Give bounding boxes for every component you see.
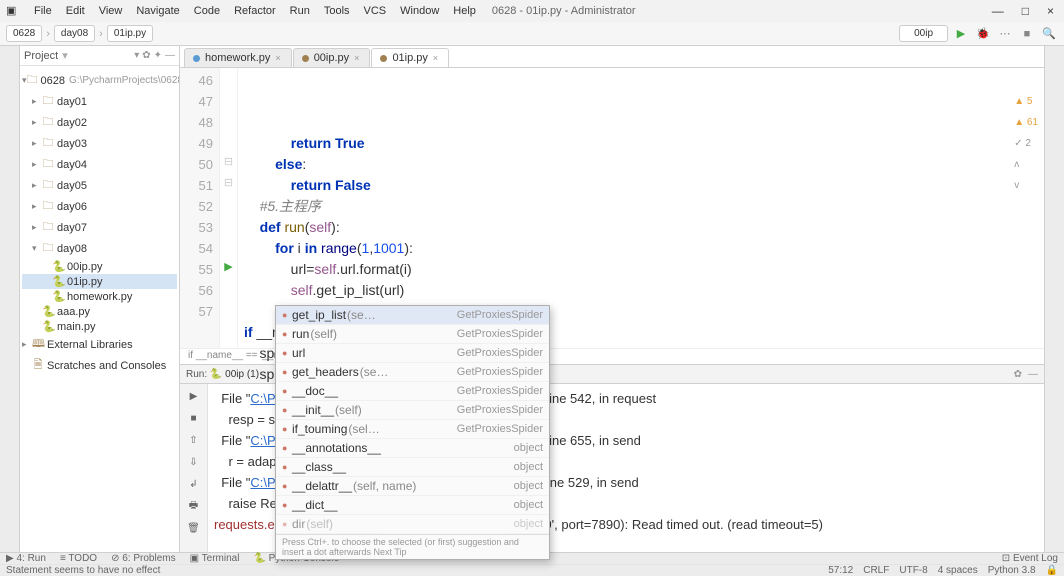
menu-code[interactable]: Code	[188, 3, 226, 19]
menu-run[interactable]: Run	[284, 3, 316, 19]
readonly-lock-icon[interactable]: 🔒	[1046, 565, 1058, 576]
caret-position[interactable]: 57:12	[828, 565, 853, 576]
tree-node[interactable]: ▸🗀day06	[22, 196, 177, 217]
bottom-tool-button[interactable]: ▶ 4: Run	[6, 553, 46, 564]
menu-help[interactable]: Help	[447, 3, 482, 19]
app-icon: ▣	[6, 4, 20, 18]
python-interpreter[interactable]: Python 3.8	[988, 565, 1036, 576]
gutter-icons[interactable]: ⊟⊟▶	[220, 68, 238, 348]
completion-item[interactable]: ●get_headers(se…GetProxiesSpider	[276, 363, 549, 382]
menu-tools[interactable]: Tools	[318, 3, 356, 19]
menu-edit[interactable]: Edit	[60, 3, 91, 19]
completion-item[interactable]: ●__delattr__(self, name)object	[276, 477, 549, 496]
indent-setting[interactable]: 4 spaces	[938, 565, 978, 576]
editor-tab[interactable]: 01ip.py×	[371, 48, 449, 67]
tree-node[interactable]: 🐍01ip.py	[22, 274, 177, 289]
window-title: 0628 - 01ip.py - Administrator	[492, 5, 636, 17]
tree-node[interactable]: ▾🗀day08	[22, 238, 177, 259]
bottom-tool-button[interactable]: ⊘ 6: Problems	[111, 553, 176, 564]
run-button[interactable]: ▶	[952, 25, 970, 43]
menu-navigate[interactable]: Navigate	[130, 3, 185, 19]
print-icon[interactable]: 🖶	[186, 498, 202, 514]
breadcrumb-file[interactable]: 01ip.py	[107, 25, 153, 42]
menu-vcs[interactable]: VCS	[358, 3, 393, 19]
status-bar: Statement seems to have no effect 57:12 …	[0, 564, 1064, 576]
tree-node[interactable]: ▸🗀day02	[22, 112, 177, 133]
tree-node[interactable]: 🐍aaa.py	[22, 304, 177, 319]
close-tab-icon[interactable]: ×	[354, 53, 359, 63]
tree-node[interactable]: 🐍homework.py	[22, 289, 177, 304]
editor-tab[interactable]: homework.py×	[184, 48, 292, 67]
titlebar: ▣ FileEditViewNavigateCodeRefactorRunToo…	[0, 0, 1064, 22]
left-tool-strip[interactable]	[0, 46, 20, 552]
debug-button[interactable]: 🐞	[974, 25, 992, 43]
completion-item[interactable]: ●if_touming(sel…GetProxiesSpider	[276, 420, 549, 439]
tree-node[interactable]: ▸🗀day07	[22, 217, 177, 238]
window-maximize-icon[interactable]: □	[1022, 4, 1029, 18]
tree-node[interactable]: ▸🗀day03	[22, 133, 177, 154]
nav-toolbar: 0628 › day08 › 01ip.py 00ip ▶ 🐞 ⋯ ■ 🔍	[0, 22, 1064, 46]
bottom-tool-button[interactable]: ≡ TODO	[60, 553, 97, 564]
menu-view[interactable]: View	[93, 3, 129, 19]
window-close-icon[interactable]: ×	[1047, 4, 1054, 18]
project-header-btn[interactable]: ✦	[154, 50, 162, 61]
menu-window[interactable]: Window	[394, 3, 445, 19]
run-side-toolbar[interactable]: ▶ ■ ⇧ ⇩ ↲ 🖶 🗑	[180, 384, 208, 552]
completion-item[interactable]: ●__class__object	[276, 458, 549, 477]
inspection-widget[interactable]: ▲ 5 ▲ 61 ✓ 2 ʌ v	[986, 70, 1038, 217]
menu-file[interactable]: File	[28, 3, 58, 19]
menubar: FileEditViewNavigateCodeRefactorRunTools…	[28, 3, 482, 19]
project-header-btn[interactable]: ▾	[134, 50, 139, 61]
editor-tabs: homework.py×00ip.py×01ip.py×	[180, 46, 1044, 68]
more-run-button[interactable]: ⋯	[996, 25, 1014, 43]
project-tree[interactable]: ▾🗀0628G:\PycharmProjects\0628▸🗀day01▸🗀da…	[20, 66, 179, 380]
project-header: Project	[24, 50, 58, 62]
tree-node[interactable]: ▸🕮External Libraries	[22, 334, 177, 355]
completion-item[interactable]: ●run(self)GetProxiesSpider	[276, 325, 549, 344]
tree-node[interactable]: ▸🗀day04	[22, 154, 177, 175]
event-log-button[interactable]: ⊡ Event Log	[1002, 553, 1058, 564]
status-message: Statement seems to have no effect	[6, 565, 160, 576]
rerun-icon[interactable]: ▶	[186, 388, 202, 404]
search-everywhere-icon[interactable]: 🔍	[1040, 25, 1058, 43]
up-stack-icon[interactable]: ⇧	[186, 432, 202, 448]
tree-node[interactable]: 🗎Scratches and Consoles	[22, 355, 177, 376]
breadcrumb-folder[interactable]: day08	[54, 25, 95, 42]
completion-item[interactable]: ●__init__(self)GetProxiesSpider	[276, 401, 549, 420]
code-completion-popup[interactable]: ●get_ip_list(se…GetProxiesSpider●run(sel…	[275, 305, 550, 560]
project-header-btn[interactable]: ✿	[142, 50, 150, 61]
completion-item[interactable]: ●get_ip_list(se…GetProxiesSpider	[276, 306, 549, 325]
window-minimize-icon[interactable]: —	[992, 4, 1004, 18]
down-stack-icon[interactable]: ⇩	[186, 454, 202, 470]
file-encoding[interactable]: UTF-8	[899, 565, 927, 576]
tree-node[interactable]: ▾🗀0628G:\PycharmProjects\0628	[22, 70, 177, 91]
project-tool-window: Project ▾ ▾✿✦— ▾🗀0628G:\PycharmProjects\…	[20, 46, 180, 552]
tree-node[interactable]: ▸🗀day05	[22, 175, 177, 196]
completion-item[interactable]: ●dir(self)object	[276, 515, 549, 534]
completion-item[interactable]: ●__dict__object	[276, 496, 549, 515]
right-tool-strip[interactable]	[1044, 46, 1064, 552]
line-separator[interactable]: CRLF	[863, 565, 889, 576]
bottom-tool-button[interactable]: ▣ Terminal	[190, 553, 240, 564]
line-number-gutter: 464748495051525354555657	[180, 68, 220, 348]
tree-node[interactable]: ▸🗀day01	[22, 91, 177, 112]
editor-tab[interactable]: 00ip.py×	[293, 48, 371, 67]
close-tab-icon[interactable]: ×	[275, 53, 280, 63]
tree-node[interactable]: 🐍main.py	[22, 319, 177, 334]
soft-wrap-icon[interactable]: ↲	[186, 476, 202, 492]
completion-item[interactable]: ●urlGetProxiesSpider	[276, 344, 549, 363]
menu-refactor[interactable]: Refactor	[228, 3, 282, 19]
stop-process-icon[interactable]: ■	[186, 410, 202, 426]
clear-icon[interactable]: 🗑	[186, 520, 202, 536]
project-header-btn[interactable]: —	[165, 50, 175, 61]
completion-item[interactable]: ●__doc__GetProxiesSpider	[276, 382, 549, 401]
close-tab-icon[interactable]: ×	[433, 53, 438, 63]
completion-item[interactable]: ●__annotations__object	[276, 439, 549, 458]
completion-hint: Press Ctrl+. to choose the selected (or …	[276, 534, 549, 559]
breadcrumb-project[interactable]: 0628	[6, 25, 42, 42]
run-config-selector[interactable]: 00ip	[899, 25, 948, 42]
stop-button[interactable]: ■	[1018, 25, 1036, 43]
tree-node[interactable]: 🐍00ip.py	[22, 259, 177, 274]
